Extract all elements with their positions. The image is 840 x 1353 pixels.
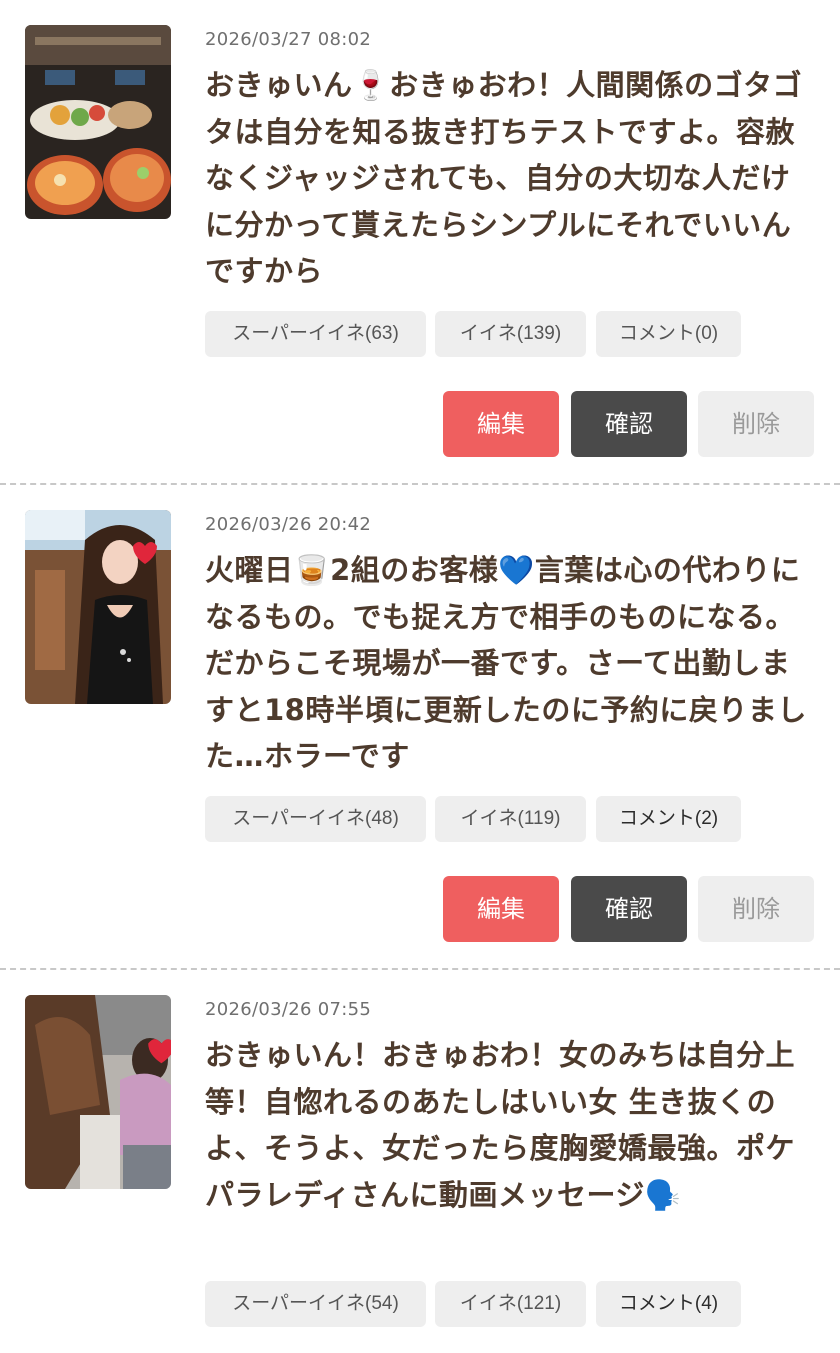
post-date: 2026/03/26 07:55: [205, 999, 372, 1020]
super-like-button[interactable]: スーパーイイネ(54): [205, 1281, 426, 1327]
post-item: 2026/03/26 07:55 おきゅいん！おきゅおわ！女のみちは自分上等！自…: [0, 0, 840, 1353]
friends-photo: [25, 995, 171, 1189]
comment-button[interactable]: コメント(4): [596, 1281, 741, 1327]
post-thumbnail[interactable]: [25, 995, 171, 1189]
post-text: おきゅいん！おきゅおわ！女のみちは自分上等！自惚れるのあたしはいい女 生き抜くの…: [205, 1038, 796, 1212]
like-button[interactable]: イイネ(121): [435, 1281, 586, 1327]
